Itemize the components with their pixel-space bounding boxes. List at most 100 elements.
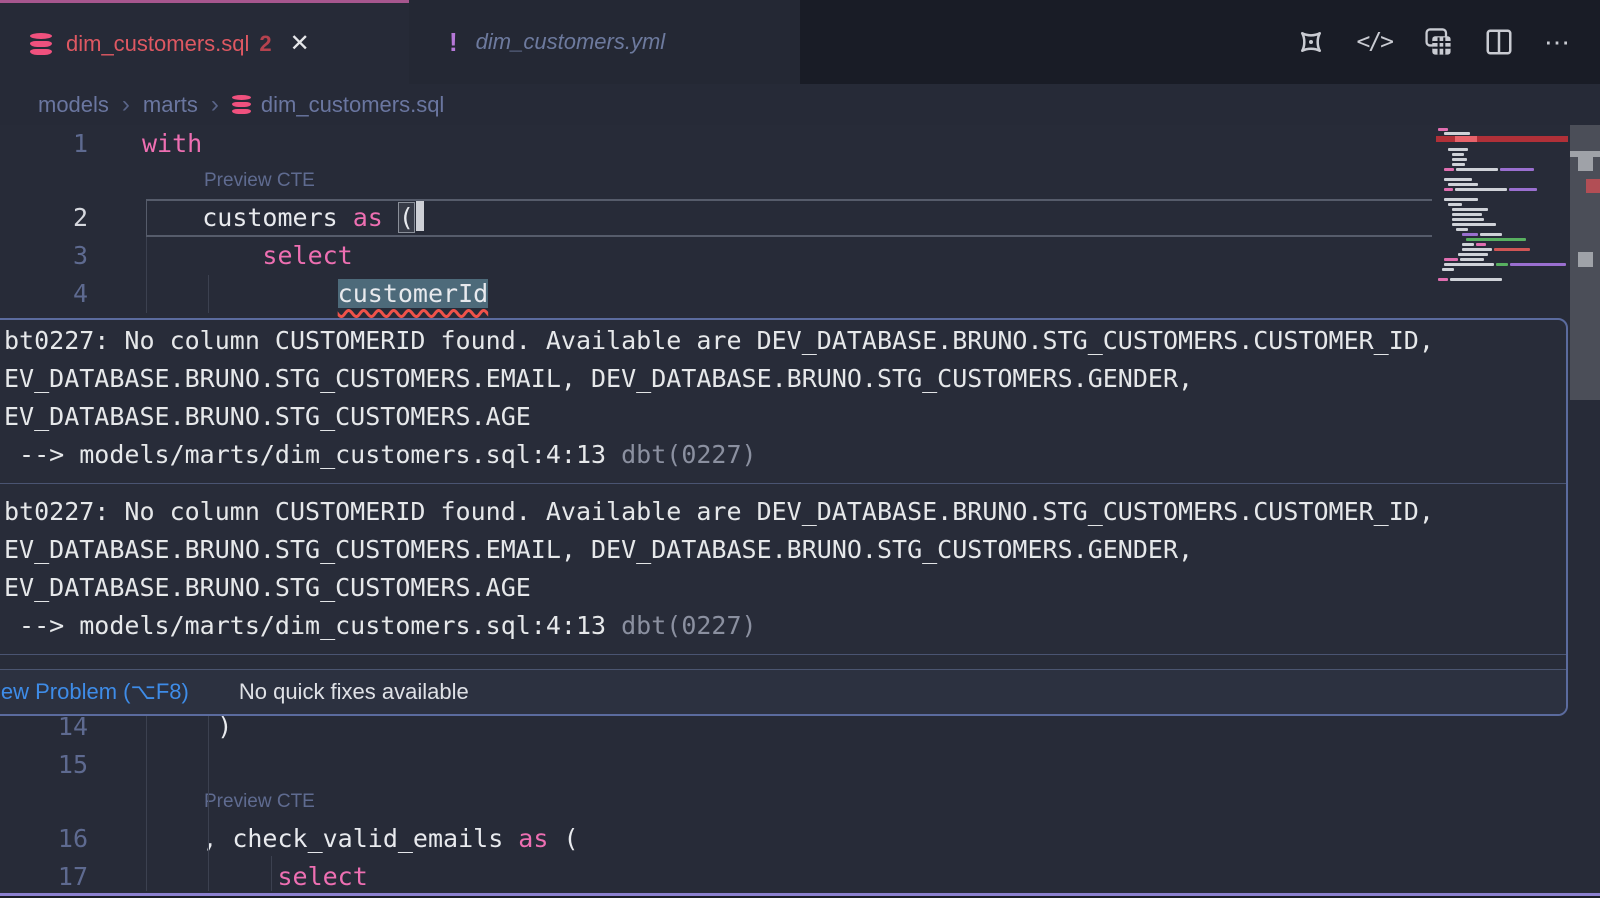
message-divider (0, 483, 1566, 484)
minimap-line (1500, 168, 1534, 171)
minimap-line (1448, 203, 1462, 206)
warning-icon: ! (449, 27, 458, 58)
tab-bar: dim_customers.sql 2 ✕ ! dim_customers.ym… (0, 0, 1600, 84)
minimap-line (1452, 208, 1488, 211)
minimap-line (1480, 233, 1502, 236)
minimap-line (1494, 248, 1530, 251)
minimap-line (1444, 168, 1454, 171)
line-number: 16 (0, 820, 88, 858)
code-token: as (518, 824, 548, 853)
breadcrumb: models › marts › dim_customers.sql (0, 84, 1600, 125)
minimap-line (1466, 238, 1526, 241)
minimap-line (1462, 248, 1492, 251)
code-token (383, 203, 398, 232)
problem-messages: bt0227: No column CUSTOMERID found. Avai… (0, 320, 1566, 669)
minimap-line (1476, 243, 1486, 246)
code-editor-bottom[interactable]: 14 )15Preview CTE16 , check_valid_emails… (0, 708, 1600, 896)
breadcrumb-item-marts[interactable]: marts (143, 92, 198, 118)
indent-guide (271, 856, 272, 891)
code-line[interactable]: customerId (142, 275, 488, 313)
line-number: 3 (0, 237, 88, 275)
database-icon (30, 33, 52, 55)
problem-error-code: dbt(0227) (621, 440, 756, 469)
breadcrumb-item-file[interactable]: dim_customers.sql (261, 92, 444, 118)
breadcrumb-item-models[interactable]: models (38, 92, 109, 118)
minimap-line (1444, 198, 1478, 201)
tab-label: dim_customers.sql (66, 31, 249, 57)
codelens-preview-cte[interactable]: Preview CTE (204, 784, 315, 820)
minimap[interactable] (1436, 126, 1568, 341)
code-token: select (262, 241, 352, 270)
code-token: ) (217, 712, 232, 741)
query-results-icon[interactable] (1422, 26, 1454, 58)
code-token: as (353, 203, 383, 232)
matched-bracket: ( (398, 202, 415, 233)
tab-dim-customers-yml[interactable]: ! dim_customers.yml (409, 0, 800, 84)
minimap-line (1438, 128, 1448, 131)
split-editor-icon[interactable] (1484, 27, 1514, 57)
minimap-line (1496, 263, 1508, 266)
minimap-line (1452, 158, 1467, 161)
code-token: , check_valid_emails (202, 824, 518, 853)
editor-window: dim_customers.sql 2 ✕ ! dim_customers.ym… (0, 0, 1600, 898)
line-number: 14 (0, 708, 88, 746)
minimap-line (1456, 168, 1498, 171)
minimap-line (1438, 278, 1448, 281)
minimap-line (1444, 188, 1453, 191)
problem-file-location: --> models/marts/dim_customers.sql:4:13 (4, 440, 621, 469)
code-token: customers (202, 203, 353, 232)
overview-mark (1578, 157, 1593, 171)
codelens-preview-cte[interactable]: Preview CTE (204, 163, 315, 199)
code-editor-top[interactable]: 1withPreview CTE2 customers as (3 select… (0, 125, 1600, 313)
minimap-line (1444, 263, 1494, 266)
minimap-line (1460, 258, 1484, 261)
minimap-line (1458, 253, 1488, 256)
overview-error-mark (1586, 179, 1600, 193)
problem-hover-popup: bt0227: No column CUSTOMERID found. Avai… (0, 318, 1568, 716)
minimap-line (1510, 263, 1566, 266)
code-line[interactable]: with (142, 125, 202, 163)
code-line[interactable]: select (142, 237, 353, 275)
problem-file-location: --> models/marts/dim_customers.sql:4:13 (4, 611, 621, 640)
tab-label: dim_customers.yml (476, 29, 665, 55)
problem-location-line: --> models/marts/dim_customers.sql:4:13 … (4, 436, 1556, 474)
code-token: with (142, 129, 202, 158)
minimap-line (1444, 178, 1472, 181)
code-line[interactable]: ) (142, 708, 232, 746)
editor-toolbar: </> ⋯ (1296, 0, 1572, 84)
view-problem-link[interactable]: iew Problem (⌥F8) (0, 679, 189, 705)
minimap-line (1462, 243, 1474, 246)
indent-guide (146, 237, 147, 313)
chevron-right-icon: › (211, 91, 219, 119)
minimap-line (1509, 188, 1537, 191)
tab-dim-customers-sql[interactable]: dim_customers.sql 2 ✕ (0, 0, 409, 84)
problem-error-code: dbt(0227) (621, 611, 756, 640)
line-number: 17 (0, 858, 88, 896)
problem-message-line: EV_DATABASE.BRUNO.STG_CUSTOMERS.AGE (4, 398, 1556, 436)
minimap-line (1452, 163, 1465, 166)
minimap-line (1452, 213, 1482, 216)
line-number: 1 (0, 125, 88, 163)
close-icon[interactable]: ✕ (290, 29, 310, 58)
code-line[interactable]: customers as ( (142, 199, 424, 237)
minimap-line (1444, 258, 1458, 261)
dbt-icon[interactable] (1296, 27, 1326, 57)
line-number: 4 (0, 275, 88, 313)
code-token: select (277, 862, 367, 891)
indent-guide (208, 716, 209, 891)
minimap-line (1462, 233, 1478, 236)
code-icon[interactable]: </> (1356, 29, 1392, 55)
minimap-line (1455, 188, 1507, 191)
more-actions-icon[interactable]: ⋯ (1544, 27, 1572, 58)
problem-location-line: --> models/marts/dim_customers.sql:4:13 … (4, 607, 1556, 645)
error-token-customerid: customerId (338, 279, 489, 308)
minimap-line (1448, 183, 1478, 186)
message-divider (0, 654, 1566, 655)
indent-guide (146, 716, 147, 891)
indent-guide (208, 275, 209, 313)
problem-message-line: bt0227: No column CUSTOMERID found. Avai… (4, 493, 1556, 531)
minimap-line (1442, 268, 1454, 271)
text-cursor (416, 201, 424, 231)
dirty-count-badge: 2 (259, 31, 271, 57)
code-line[interactable]: select (142, 858, 368, 896)
